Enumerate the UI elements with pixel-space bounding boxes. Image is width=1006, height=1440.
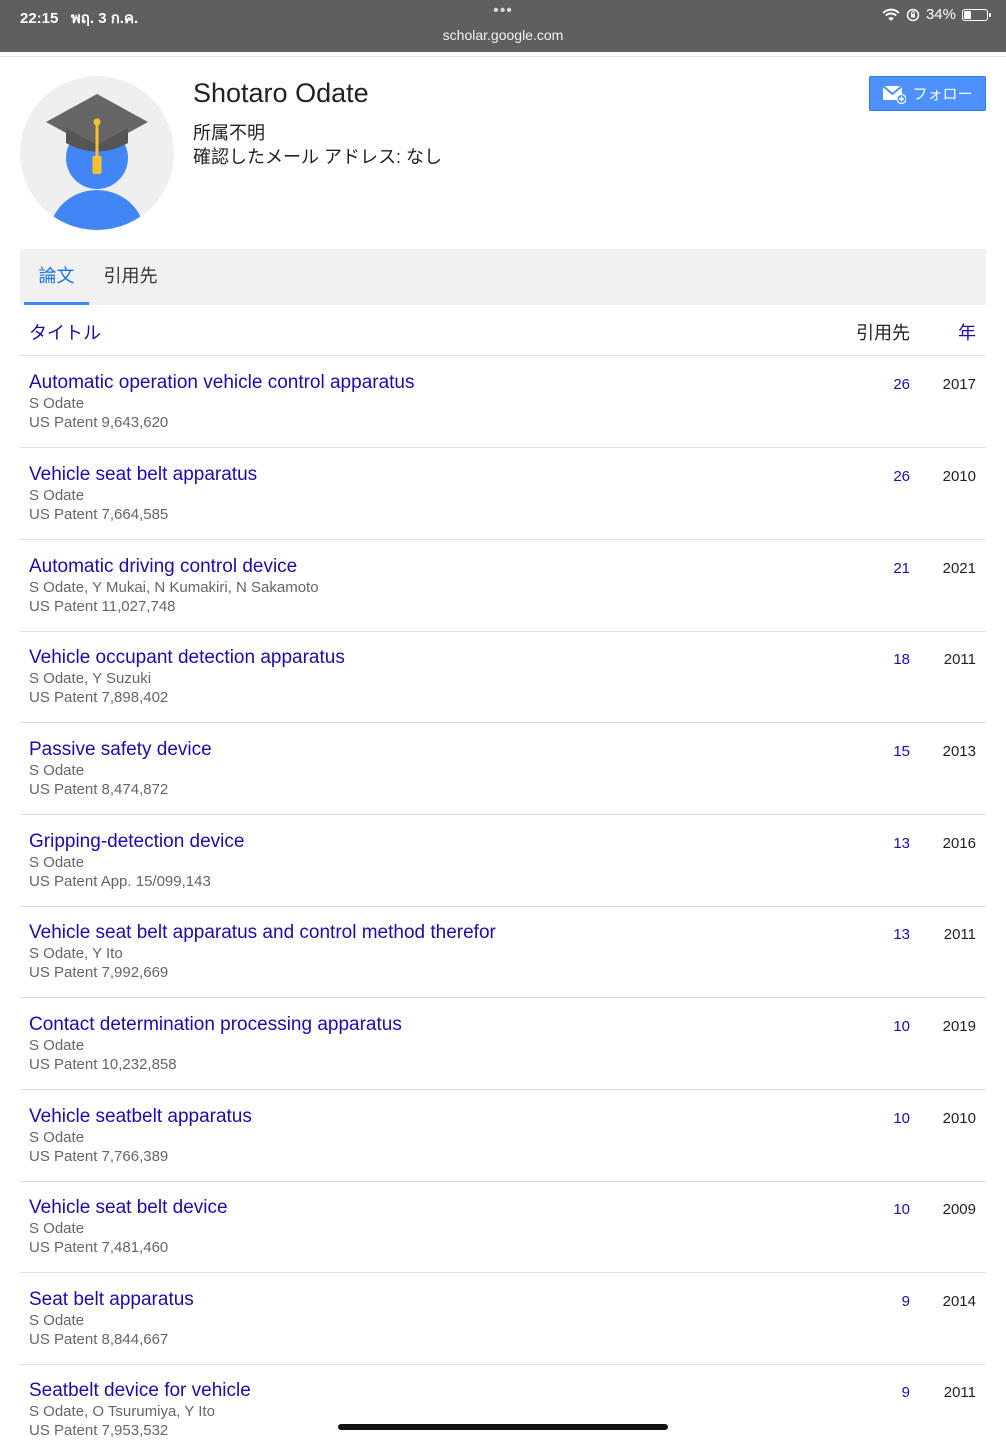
article-year: 2011 (943, 1384, 976, 1401)
article-venue: US Patent 7,481,460 (29, 1239, 169, 1256)
tab-cited-by[interactable]: 引用先 (98, 249, 163, 305)
cited-by-count-link[interactable]: 26 (893, 376, 910, 393)
follow-label: フォロー (912, 86, 973, 103)
cited-by-count-link[interactable]: 26 (893, 468, 910, 485)
cited-by-count-link[interactable]: 18 (893, 651, 910, 668)
tab-articles[interactable]: 論文 (24, 249, 89, 305)
article-venue: US Patent App. 15/099,143 (29, 873, 211, 890)
cited-by-count-link[interactable]: 10 (893, 1201, 910, 1218)
battery-icon (962, 8, 991, 21)
cited-by-count-link[interactable]: 10 (893, 1018, 910, 1035)
article-year: 2013 (942, 743, 976, 760)
article-title-link[interactable]: Vehicle occupant detection apparatus (29, 647, 345, 669)
article-year: 2010 (942, 468, 976, 485)
article-year: 2011 (943, 926, 976, 943)
article-title-link[interactable]: Vehicle seat belt apparatus and control … (29, 922, 496, 944)
tab-dots-icon[interactable]: ••• (0, 2, 1006, 20)
cited-by-count-link[interactable]: 15 (893, 743, 910, 760)
article-authors: S Odate (29, 395, 85, 412)
article-year: 2019 (942, 1018, 976, 1035)
cited-by-count-link[interactable]: 9 (902, 1293, 910, 1310)
article-venue: US Patent 10,232,858 (29, 1056, 177, 1073)
article-authors: S Odate, Y Suzuki (29, 670, 152, 687)
article-venue: US Patent 7,898,402 (29, 689, 169, 706)
article-authors: S Odate (29, 854, 85, 871)
avatar (20, 76, 174, 230)
article-venue: US Patent 7,766,389 (29, 1148, 169, 1165)
cited-by-count-link[interactable]: 13 (893, 835, 910, 852)
column-year-sort[interactable]: 年 (958, 319, 976, 345)
article-year: 2009 (942, 1201, 976, 1218)
article-venue: US Patent 9,643,620 (29, 414, 169, 431)
battery-percent: 34% (925, 6, 956, 23)
article-venue: US Patent 7,992,669 (29, 964, 169, 981)
article-year: 2011 (943, 651, 976, 668)
article-venue: US Patent 11,027,748 (29, 598, 176, 615)
table-row: Vehicle seat belt apparatus S Odate US P… (20, 448, 986, 540)
article-venue: US Patent 8,474,872 (29, 781, 169, 798)
profile-affiliation: 所属不明 (193, 123, 265, 143)
wifi-icon (882, 8, 900, 21)
article-title-link[interactable]: Gripping-detection device (29, 831, 244, 853)
mail-icon (882, 84, 907, 104)
status-indicators: 34% (882, 6, 991, 23)
article-title-link[interactable]: Vehicle seat belt apparatus (29, 464, 257, 486)
home-indicator[interactable] (338, 1424, 668, 1430)
article-authors: S Odate (29, 1129, 85, 1146)
table-row: Vehicle seat belt device S Odate US Pate… (20, 1181, 986, 1273)
article-year: 2017 (942, 376, 976, 393)
article-authors: S Odate (29, 1037, 85, 1054)
default-avatar-icon (46, 94, 148, 230)
article-title-link[interactable]: Contact determination processing apparat… (29, 1014, 402, 1036)
table-row: Contact determination processing apparat… (20, 998, 986, 1090)
table-row: Passive safety device S Odate US Patent … (20, 723, 986, 815)
cited-by-count-link[interactable]: 10 (893, 1110, 910, 1127)
table-row: Gripping-detection device S Odate US Pat… (20, 815, 986, 907)
article-year: 2010 (942, 1110, 976, 1127)
table-row: Vehicle seatbelt apparatus S Odate US Pa… (20, 1090, 986, 1182)
cited-by-count-link[interactable]: 9 (902, 1384, 910, 1401)
article-venue: US Patent 7,664,585 (29, 506, 169, 523)
orientation-lock-icon (906, 8, 920, 21)
article-authors: S Odate (29, 762, 85, 779)
tab-bar: 論文 引用先 (20, 249, 986, 305)
table-row: Vehicle seat belt apparatus and control … (20, 906, 986, 998)
article-year: 2016 (942, 835, 976, 852)
article-venue: US Patent 8,844,667 (29, 1331, 169, 1348)
battery-level (964, 10, 971, 19)
profile-email: 確認したメール アドレス: なし (193, 147, 443, 167)
column-title-sort[interactable]: タイトル (29, 319, 101, 345)
cited-by-count-link[interactable]: 13 (893, 926, 910, 943)
address-bar[interactable]: scholar.google.com (0, 27, 1006, 43)
article-title-link[interactable]: Vehicle seatbelt apparatus (29, 1106, 252, 1128)
article-title-link[interactable]: Passive safety device (29, 739, 212, 761)
table-row: Seat belt apparatus S Odate US Patent 8,… (20, 1273, 986, 1365)
divider (0, 56, 1006, 57)
article-authors: S Odate (29, 1220, 85, 1237)
article-authors: S Odate, Y Ito (29, 945, 123, 962)
status-bar: 22:15 พฤ. 3 ก.ค. ••• scholar.google.com … (0, 0, 1006, 52)
article-venue: US Patent 7,953,532 (29, 1422, 169, 1439)
profile-name: Shotaro Odate (193, 78, 369, 108)
article-title-link[interactable]: Automatic operation vehicle control appa… (29, 372, 415, 394)
follow-button[interactable]: フォロー (869, 76, 986, 111)
table-header: タイトル 引用先 年 (20, 306, 986, 356)
article-year: 2014 (942, 1293, 976, 1310)
cited-by-count-link[interactable]: 21 (893, 560, 910, 577)
article-title-link[interactable]: Automatic driving control device (29, 556, 297, 578)
article-title-link[interactable]: Seatbelt device for vehicle (29, 1380, 251, 1402)
article-title-link[interactable]: Vehicle seat belt device (29, 1197, 228, 1219)
article-authors: S Odate, Y Mukai, N Kumakiri, N Sakamoto (29, 579, 319, 596)
article-authors: S Odate (29, 487, 85, 504)
table-row: Automatic operation vehicle control appa… (20, 356, 986, 448)
article-title-link[interactable]: Seat belt apparatus (29, 1289, 194, 1311)
column-cited-by-sort[interactable]: 引用先 (856, 319, 910, 345)
article-year: 2021 (942, 560, 976, 577)
article-authors: S Odate, O Tsurumiya, Y Ito (29, 1403, 215, 1420)
table-row: Automatic driving control device S Odate… (20, 540, 986, 632)
table-row: Vehicle occupant detection apparatus S O… (20, 631, 986, 723)
article-authors: S Odate (29, 1312, 85, 1329)
